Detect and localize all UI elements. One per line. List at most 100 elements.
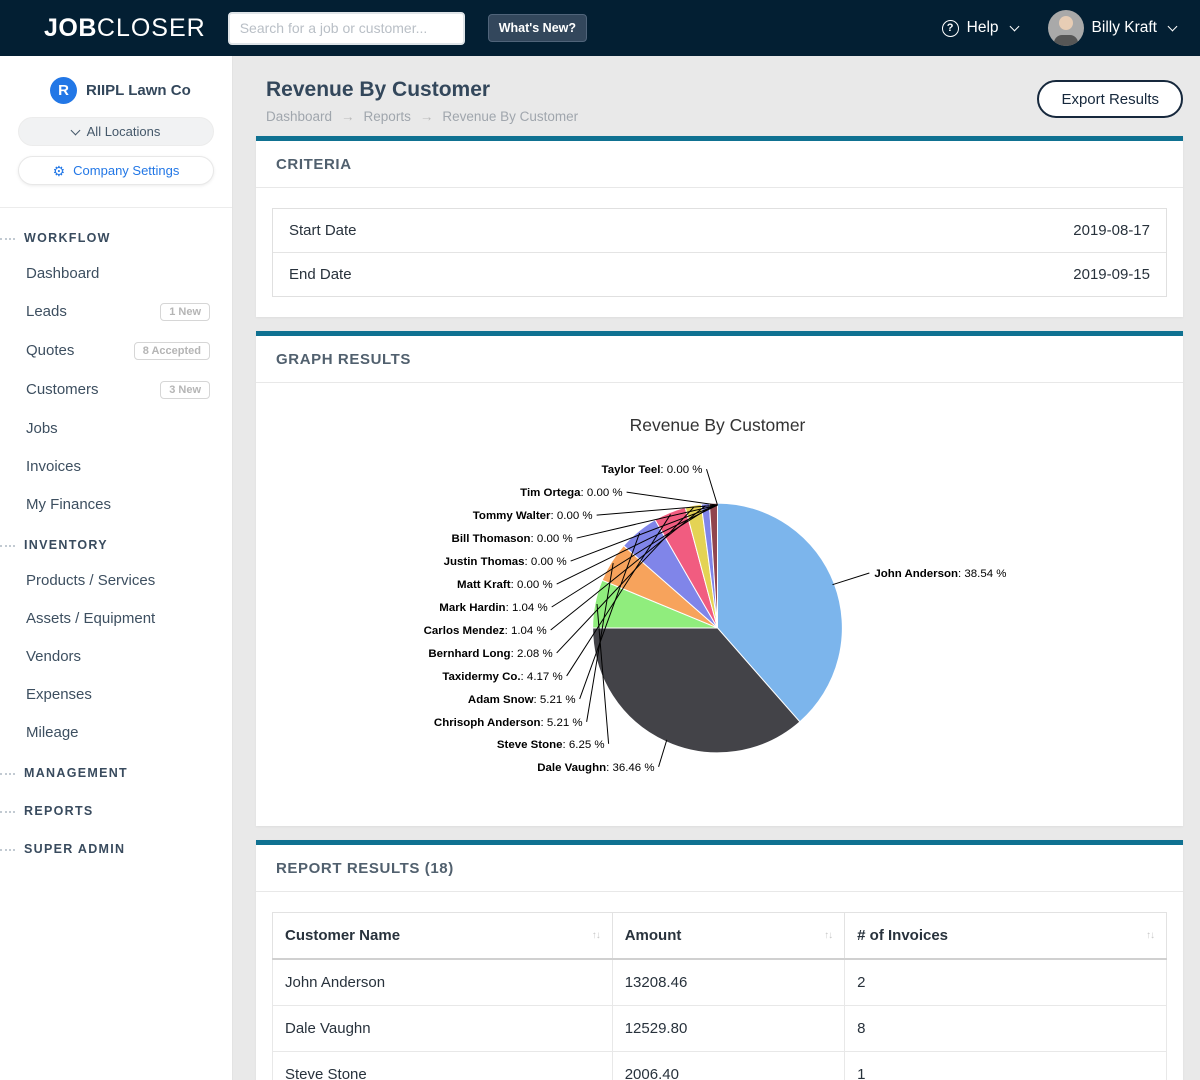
user-name: Billy Kraft (1092, 19, 1157, 37)
sidebar-item-label: Invoices (26, 458, 81, 475)
sort-icon[interactable]: ↑↓ (824, 930, 832, 941)
company-settings-label: Company Settings (73, 163, 179, 178)
top-navbar: JOBCLOSER What's New? ? Help Billy Kraft (0, 0, 1200, 56)
table-cell: 2 (845, 959, 1167, 1006)
graph-card: GRAPH RESULTS Revenue By Customer Taylor … (256, 331, 1183, 826)
company-settings-button[interactable]: ⚙ Company Settings (18, 156, 214, 185)
label-connector-line (832, 573, 869, 585)
slice-label-tim-ortega: Tim Ortega: 0.00 % (520, 487, 622, 499)
breadcrumb-arrow-icon: → (341, 109, 355, 124)
navbar-right: ? Help Billy Kraft (942, 10, 1176, 46)
sidebar-section-reports[interactable]: REPORTS (0, 789, 232, 827)
sidebar-item-label: Quotes (26, 342, 74, 359)
page-header: Revenue By Customer Dashboard→Reports→Re… (253, 72, 1183, 136)
user-menu[interactable]: Billy Kraft (1048, 10, 1176, 46)
slice-label-taylor-teel: Taylor Teel: 0.00 % (602, 464, 703, 476)
slice-label-steve-stone: Steve Stone: 6.25 % (497, 739, 605, 751)
sidebar-item-my-finances[interactable]: My Finances (0, 485, 232, 523)
sidebar-item-quotes[interactable]: Quotes8 Accepted (0, 331, 232, 370)
report-table: Customer Name↑↓Amount↑↓# of Invoices↑↓Jo… (272, 912, 1167, 1080)
table-cell: Steve Stone (273, 1052, 613, 1080)
sidebar-item-dashboard[interactable]: Dashboard (0, 254, 232, 292)
slice-label-bernhard-long: Bernhard Long: 2.08 % (428, 648, 552, 660)
help-icon: ? (942, 20, 959, 37)
slice-label-tommy-walter: Tommy Walter: 0.00 % (473, 510, 593, 522)
app-root: JOBCLOSER What's New? ? Help Billy Kraft… (0, 0, 1200, 1080)
company-name: RIIPL Lawn Co (86, 82, 191, 99)
breadcrumb: Dashboard→Reports→Revenue By Customer (266, 109, 578, 124)
criteria-table: Start Date 2019-08-17 End Date 2019-09-15 (272, 208, 1167, 297)
column-header-amount[interactable]: Amount↑↓ (612, 913, 844, 960)
sidebar: R RIIPL Lawn Co All Locations ⚙ Company … (0, 56, 233, 1080)
search-input[interactable] (228, 12, 465, 45)
whats-new-button[interactable]: What's New? (488, 14, 587, 42)
slice-label-john-anderson: John Anderson: 38.54 % (874, 568, 1006, 580)
graph-results-header: GRAPH RESULTS (256, 336, 1183, 383)
sidebar-item-mileage[interactable]: Mileage (0, 713, 232, 751)
table-cell: 12529.80 (612, 1006, 844, 1052)
sidebar-item-leads[interactable]: Leads 1 New (0, 292, 232, 331)
sidebar-item-assets-equipment[interactable]: Assets / Equipment (0, 599, 232, 637)
company-logo: R (50, 77, 77, 104)
label-connector-line (627, 492, 718, 505)
criteria-row: End Date 2019-09-15 (273, 252, 1166, 296)
criteria-label: End Date (289, 266, 352, 283)
export-results-button[interactable]: Export Results (1037, 80, 1183, 118)
sidebar-item-label: Leads (26, 303, 67, 320)
sidebar-item-products-services[interactable]: Products / Services (0, 561, 232, 599)
sidebar-item-vendors[interactable]: Vendors (0, 637, 232, 675)
table-cell: John Anderson (273, 959, 613, 1006)
chart-area: Revenue By Customer Taylor Teel: 0.00 % Ti… (256, 383, 1183, 826)
sidebar-item-label: Expenses (26, 686, 92, 703)
column-header-of-invoices[interactable]: # of Invoices↑↓ (845, 913, 1167, 960)
criteria-label: Start Date (289, 222, 357, 239)
sidebar-item-label: Dashboard (26, 265, 99, 282)
sort-icon[interactable]: ↑↓ (1146, 930, 1154, 941)
chevron-down-icon (1009, 21, 1019, 31)
table-row[interactable]: Steve Stone2006.401 (273, 1052, 1167, 1080)
slice-label-bill-thomason: Bill Thomason: 0.00 % (452, 533, 573, 545)
revenue-pie-chart: Revenue By Customer Taylor Teel: 0.00 % Ti… (256, 383, 1183, 826)
label-connector-line (707, 469, 718, 505)
table-cell: 2006.40 (612, 1052, 844, 1080)
sidebar-section-super-admin[interactable]: SUPER ADMIN (0, 827, 232, 865)
chart-title: Revenue By Customer (630, 415, 806, 435)
status-badge: 1 New (160, 303, 210, 321)
breadcrumb-item[interactable]: Reports (364, 109, 411, 124)
breadcrumb-item[interactable]: Dashboard (266, 109, 332, 124)
sidebar-item-expenses[interactable]: Expenses (0, 675, 232, 713)
breadcrumb-item[interactable]: Revenue By Customer (442, 109, 578, 124)
sidebar-section-management[interactable]: MANAGEMENT (0, 751, 232, 789)
table-row[interactable]: John Anderson13208.462 (273, 959, 1167, 1006)
sidebar-section-inventory[interactable]: INVENTORY (0, 523, 232, 561)
logo-light: CLOSER (97, 14, 206, 42)
criteria-row: Start Date 2019-08-17 (273, 209, 1166, 252)
logo-bold: JOB (44, 14, 97, 42)
slice-label-matt-kraft: Matt Kraft: 0.00 % (457, 579, 553, 591)
sidebar-section-workflow[interactable]: WORKFLOW (0, 216, 232, 254)
app-logo[interactable]: JOBCLOSER (44, 14, 206, 43)
sidebar-item-customers[interactable]: Customers3 New (0, 370, 232, 409)
column-header-customer-name[interactable]: Customer Name↑↓ (273, 913, 613, 960)
sidebar-item-label: Jobs (26, 420, 58, 437)
slice-label-justin-thomas: Justin Thomas: 0.00 % (444, 556, 567, 568)
table-cell: 13208.46 (612, 959, 844, 1006)
table-cell: 8 (845, 1006, 1167, 1052)
slice-label-mark-hardin: Mark Hardin: 1.04 % (439, 602, 547, 614)
sidebar-item-label: Products / Services (26, 572, 155, 589)
criteria-value: 2019-09-15 (1073, 266, 1150, 283)
report-card: REPORT RESULTS (18) Customer Name↑↓Amoun… (256, 840, 1183, 1080)
gear-icon: ⚙ (53, 164, 66, 178)
location-selector[interactable]: All Locations (18, 117, 214, 146)
label-connector-line (659, 740, 667, 767)
slice-label-adam-snow: Adam Snow: 5.21 % (468, 694, 576, 706)
sidebar-item-invoices[interactable]: Invoices (0, 447, 232, 485)
sidebar-item-jobs[interactable]: Jobs (0, 409, 232, 447)
sort-icon[interactable]: ↑↓ (592, 930, 600, 941)
table-row[interactable]: Dale Vaughn12529.808 (273, 1006, 1167, 1052)
layout: R RIIPL Lawn Co All Locations ⚙ Company … (0, 56, 1200, 1080)
page-title: Revenue By Customer (266, 78, 578, 102)
criteria-value: 2019-08-17 (1073, 222, 1150, 239)
help-menu[interactable]: ? Help (942, 19, 1018, 37)
chevron-down-icon (70, 125, 80, 135)
